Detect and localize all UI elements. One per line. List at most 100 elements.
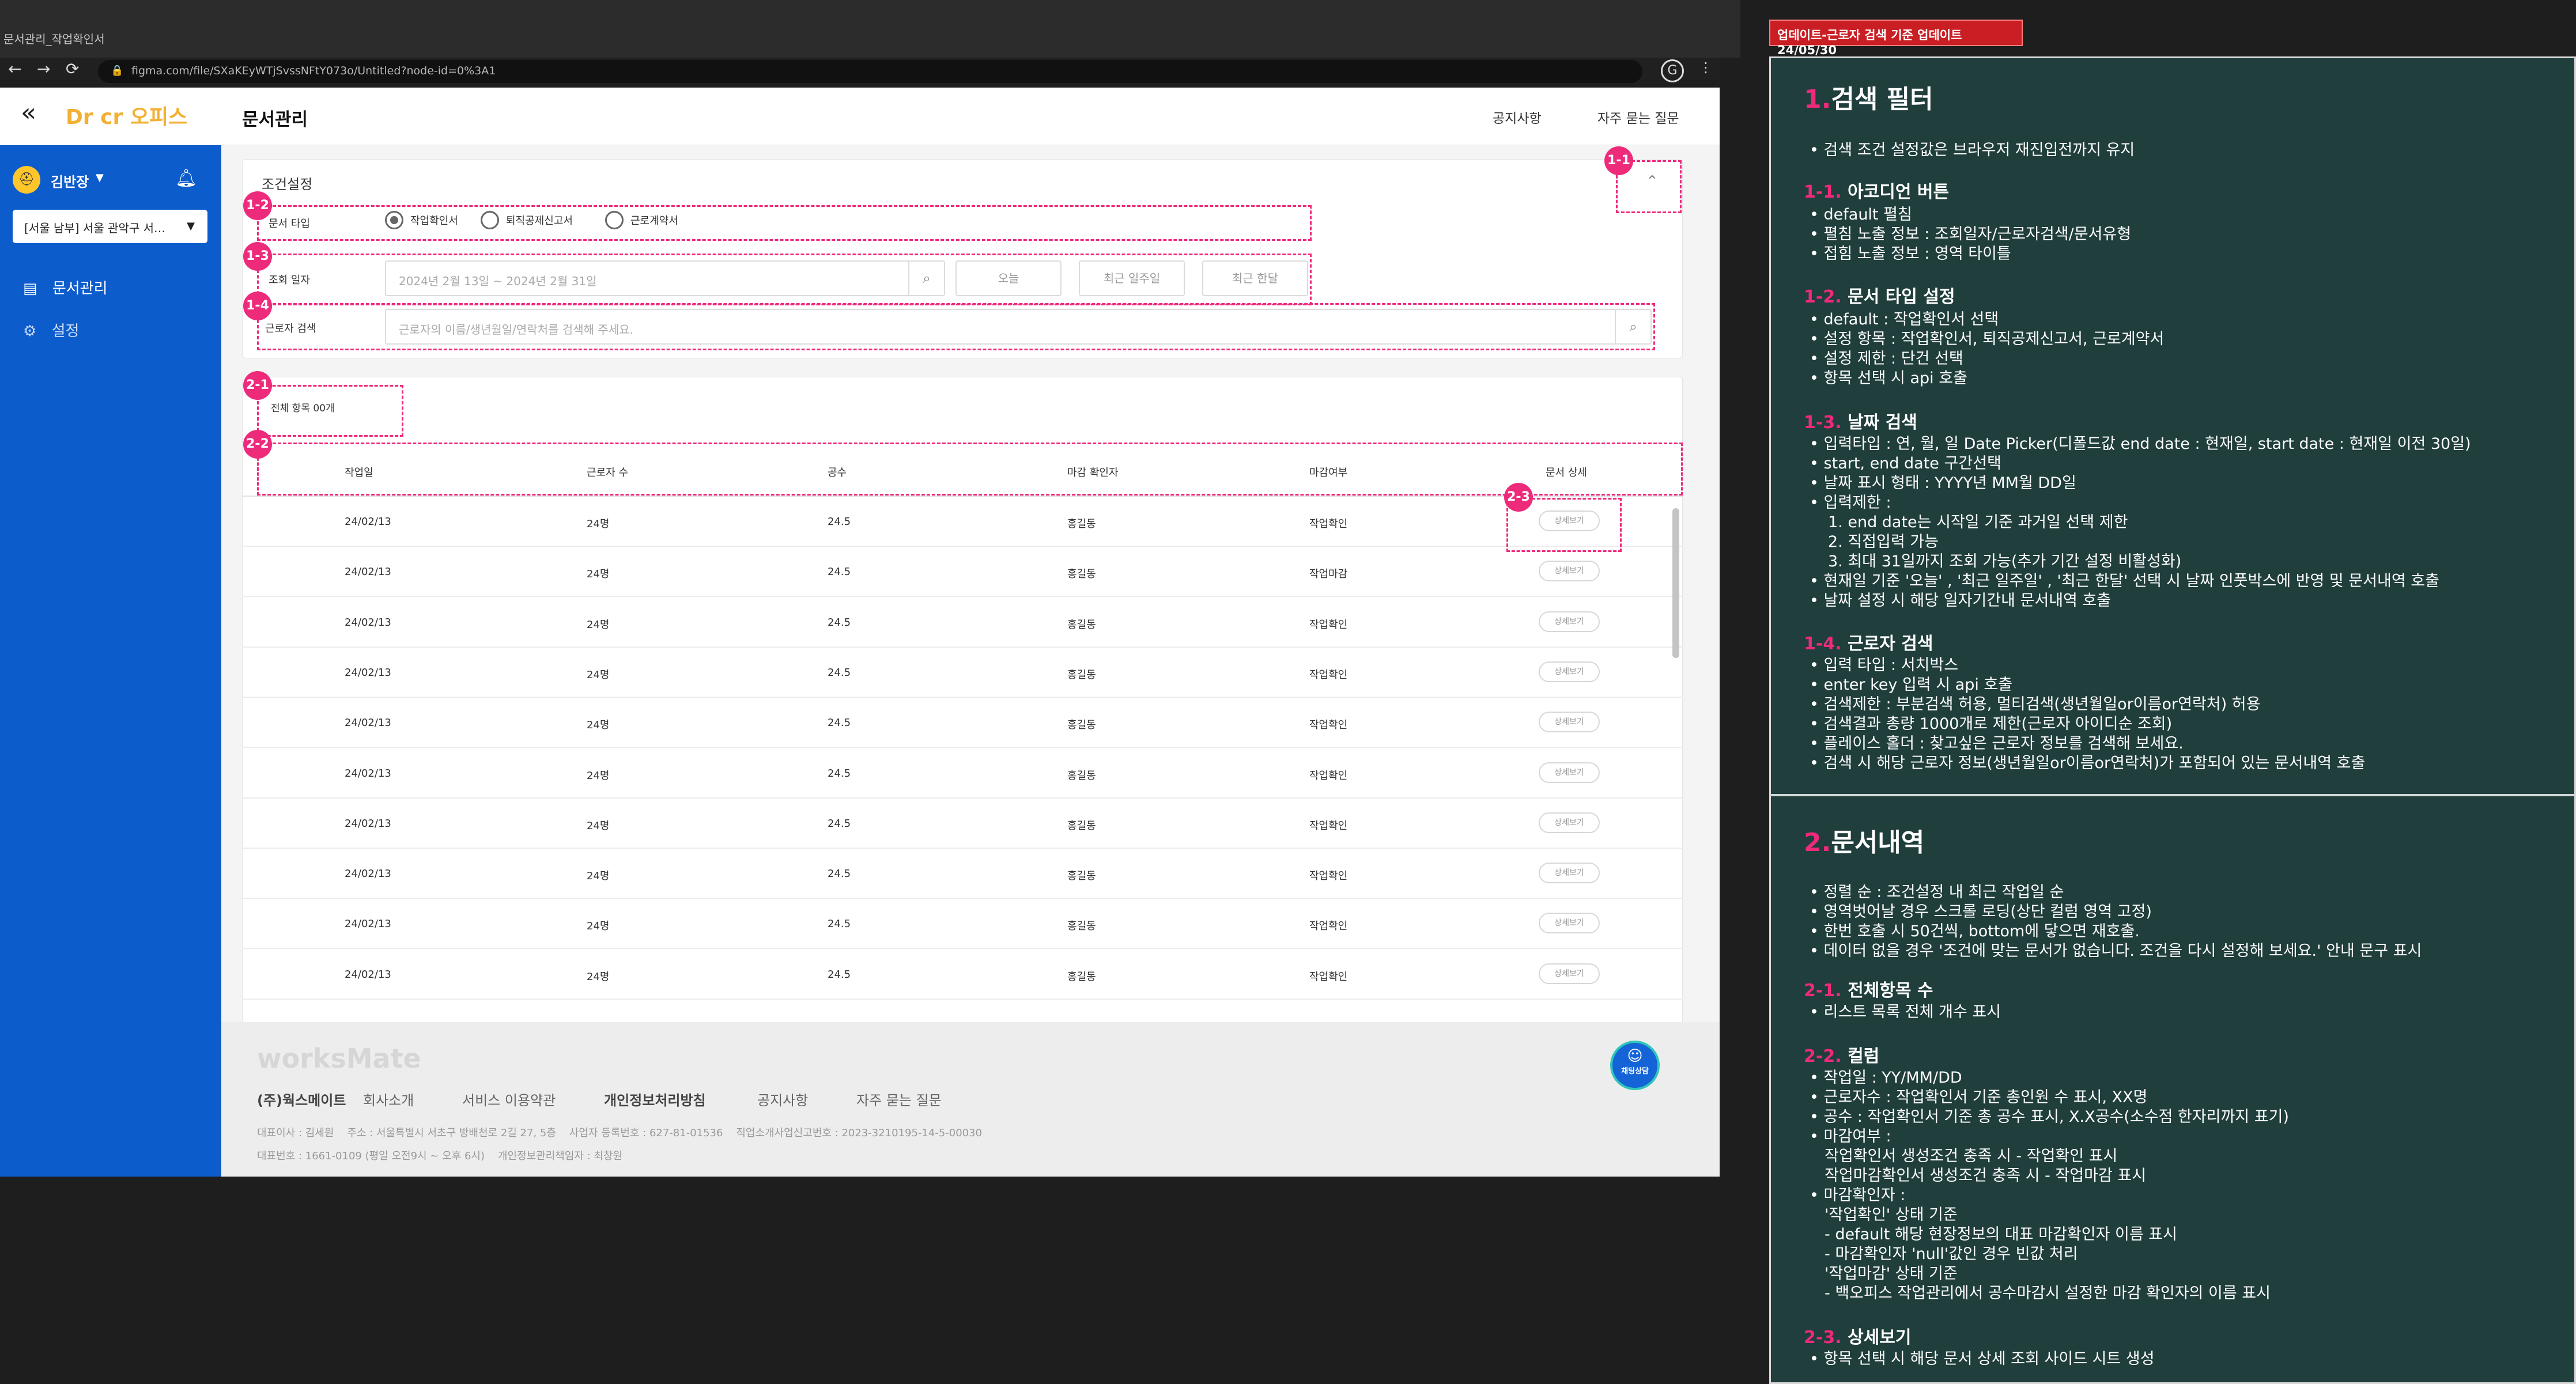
- kebab-menu-icon[interactable]: ⋮: [1699, 59, 1713, 75]
- spec-text: 검색 조건 설정값은 브라우저 재진입전까지 유지: [1823, 141, 2135, 159]
- header-link-faq[interactable]: 자주 묻는 질문: [1597, 107, 1679, 127]
- collapse-sidebar-icon[interactable]: «: [21, 98, 36, 127]
- address-bar[interactable]: 🔒 figma.com/file/SXaKEyWTjSvssNFtY073o/U…: [98, 60, 1642, 83]
- spec-text: 공수 : 작업확인서 기준 총 공수 표시, X.X공수(소수점 한자리까지 표…: [1823, 1108, 2289, 1126]
- spec-section-2-3-title: 2-3. 상세보기: [1804, 1323, 1911, 1348]
- browser-profile-icon[interactable]: G: [1661, 59, 1684, 82]
- spec-line: • 항목 선택 시 해당 문서 상세 조회 사이드 시트 생성: [1810, 1350, 2155, 1368]
- detail-button[interactable]: 상세보기: [1539, 863, 1600, 884]
- table-row[interactable]: 24/02/13 24명 24.5 홍길동 작업확인 상세보기: [242, 497, 1683, 547]
- cell-closer: 홍길동: [1067, 568, 1096, 581]
- cell-worker-count: 24명: [587, 920, 610, 933]
- browser-tab-title[interactable]: 문서관리_작업확인서: [3, 30, 105, 47]
- reload-icon[interactable]: ⟳: [66, 59, 79, 78]
- spec-text: 검색 시 해당 근로자 정보(생년월일or이름or연락처)가 포함되어 있는 문…: [1823, 754, 2366, 772]
- section-number: 1-4.: [1804, 634, 1842, 654]
- cell-closer: 홍길동: [1067, 970, 1096, 983]
- table-row[interactable]: 24/02/13 24명 24.5 홍길동 작업확인 상세보기: [242, 748, 1683, 799]
- cell-closer: 홍길동: [1067, 920, 1096, 933]
- scrollbar-thumb[interactable]: [1672, 508, 1679, 658]
- cell-status: 작업확인: [1309, 819, 1348, 832]
- cell-man-days: 24.5: [828, 516, 851, 528]
- detail-button[interactable]: 상세보기: [1539, 561, 1600, 582]
- sidebar-item-documents[interactable]: ▤ 문서관리: [23, 277, 108, 298]
- detail-button[interactable]: 상세보기: [1539, 661, 1600, 682]
- footer-link-notice[interactable]: 공지사항: [757, 1089, 808, 1109]
- footer-link-privacy[interactable]: 개인정보처리방침: [604, 1089, 706, 1109]
- detail-button[interactable]: 상세보기: [1539, 762, 1600, 783]
- table-row[interactable]: 24/02/13 24명 24.5 홍길동 작업확인 상세보기: [242, 598, 1683, 648]
- spec-section-1-4-title: 1-4. 근로자 검색: [1804, 629, 1933, 655]
- gear-icon: ⚙: [23, 323, 37, 340]
- spec-text: 리스트 목록 전체 개수 표시: [1823, 1003, 2001, 1021]
- site-select[interactable]: [서울 남부] 서울 관악구 서… ▼: [13, 210, 207, 243]
- cell-status: 작업확인: [1309, 870, 1348, 883]
- table-row[interactable]: 24/02/13 24명 24.5 홍길동 작업확인 상세보기: [242, 950, 1683, 1000]
- annotation-box-1-2: [257, 205, 1312, 241]
- cell-work-date: 24/02/13: [345, 566, 391, 578]
- cell-work-date: 24/02/13: [345, 666, 391, 679]
- chat-button-label: 채팅상담: [1621, 1067, 1649, 1076]
- cell-closer: 홍길동: [1067, 518, 1096, 530]
- top-header: 문서관리 공지사항 자주 묻는 질문: [221, 88, 1720, 145]
- filter-title: 조건설정: [262, 176, 313, 192]
- table-row[interactable]: 24/02/13 24명 24.5 홍길동 작업확인 상세보기: [242, 648, 1683, 698]
- footer-link-terms[interactable]: 서비스 이용약관: [462, 1089, 556, 1109]
- section-title: 근로자 검색: [1848, 634, 1933, 654]
- panel-divider: [1771, 794, 2576, 796]
- cell-worker-count: 24명: [587, 668, 610, 681]
- user-avatar[interactable]: ⛑: [13, 166, 40, 194]
- detail-button[interactable]: 상세보기: [1539, 712, 1600, 733]
- table-row[interactable]: 24/02/13 24명 24.5 홍길동 작업확인 상세보기: [242, 849, 1683, 899]
- detail-button[interactable]: 상세보기: [1539, 913, 1600, 934]
- spec-section-2-1-title: 2-1. 전체항목 수: [1804, 976, 1933, 1001]
- annotation-tag: 1-1: [1604, 146, 1633, 175]
- bell-icon[interactable]: 🔔︎: [175, 168, 197, 188]
- detail-button[interactable]: 상세보기: [1539, 611, 1600, 632]
- forward-arrow-icon[interactable]: →: [37, 59, 50, 78]
- spec-text: 접힘 노출 정보 : 영역 타이틀: [1823, 245, 2011, 263]
- cell-work-date: 24/02/13: [345, 516, 391, 528]
- back-arrow-icon[interactable]: ←: [8, 59, 21, 78]
- table-row[interactable]: 24/02/13 24명 24.5 홍길동 작업확인 상세보기: [242, 698, 1683, 748]
- update-badge: 업데이트-근로자 검색 기준 업데이트 24/05/30: [1769, 20, 2023, 57]
- annotation-box-1-4: [257, 303, 1655, 350]
- cell-status: 작업확인: [1309, 920, 1348, 933]
- footer-link-faq[interactable]: 자주 묻는 질문: [856, 1089, 942, 1109]
- detail-button[interactable]: 상세보기: [1539, 963, 1600, 984]
- header-link-notice[interactable]: 공지사항: [1493, 107, 1542, 127]
- annotation-tag: 1-3: [243, 242, 272, 271]
- chat-button[interactable]: ☺ 채팅상담: [1610, 1041, 1660, 1090]
- table-row[interactable]: 24/02/13 24명 24.5 홍길동 작업확인 상세보기: [242, 799, 1683, 849]
- cell-closer: 홍길동: [1067, 870, 1096, 883]
- user-name[interactable]: 김반장: [51, 171, 89, 191]
- cell-work-date: 24/02/13: [345, 968, 391, 981]
- section-number: 2-1.: [1804, 981, 1842, 1001]
- footer-logo: worksMate: [257, 1043, 421, 1074]
- table-row[interactable]: 24/02/13 24명 24.5 홍길동 작업마감 상세보기: [242, 547, 1683, 598]
- cell-man-days: 24.5: [828, 968, 851, 981]
- cell-worker-count: 24명: [587, 568, 610, 581]
- spec-section-2-2-title: 2-2. 컬럼: [1804, 1042, 1879, 1067]
- footer-link-about[interactable]: 회사소개: [363, 1089, 414, 1109]
- cell-status: 작업확인: [1309, 719, 1348, 732]
- annotation-tag: 1-2: [243, 191, 272, 220]
- cell-status: 작업확인: [1309, 668, 1348, 681]
- detail-button[interactable]: 상세보기: [1539, 812, 1600, 833]
- cell-man-days: 24.5: [828, 616, 851, 629]
- section-number: 2.: [1804, 828, 1831, 857]
- cell-worker-count: 24명: [587, 518, 610, 530]
- cell-status: 작업확인: [1309, 618, 1348, 631]
- user-menu-caret-icon[interactable]: ▼: [96, 172, 104, 184]
- annotation-tag: 2-3: [1504, 483, 1533, 512]
- document-icon: ▤: [23, 280, 37, 297]
- cell-work-date: 24/02/13: [345, 868, 391, 880]
- table-row[interactable]: 24/02/13 24명 24.5 홍길동 작업확인 상세보기: [242, 899, 1683, 950]
- sidebar-item-settings[interactable]: ⚙ 설정: [23, 319, 79, 341]
- spec-line: • 검색 조건 설정값은 브라우저 재진입전까지 유지: [1810, 141, 2135, 159]
- spec-text: 항목 선택 시 해당 문서 상세 조회 사이드 시트 생성: [1823, 1350, 2155, 1368]
- app-logo[interactable]: Dr cr 오피스: [66, 99, 187, 130]
- spec-section-1-3-title: 1-3. 날짜 검색: [1804, 408, 1917, 433]
- table-body[interactable]: 24/02/13 24명 24.5 홍길동 작업확인 상세보기 24/02/13 24명 24.…: [242, 497, 1683, 1083]
- footer-company: (주)웍스메이트: [257, 1092, 346, 1109]
